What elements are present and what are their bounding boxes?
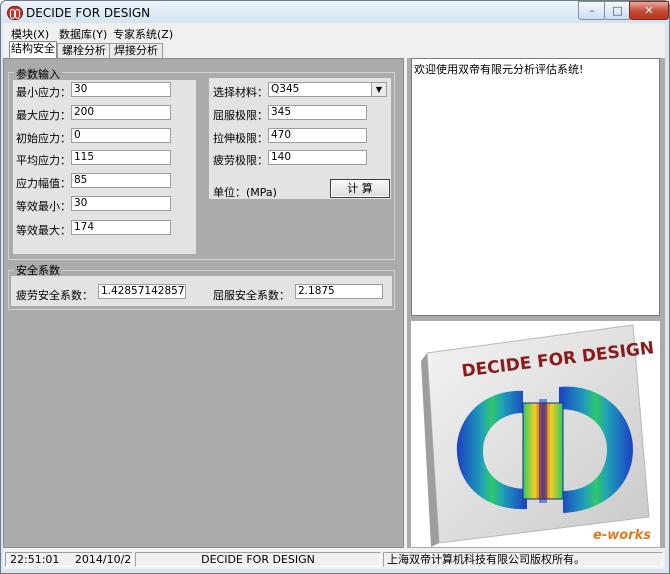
tab-bolt-analysis[interactable]: 螺栓分析 bbox=[57, 43, 111, 58]
stress-amplitude-input[interactable]: 85 bbox=[71, 173, 171, 188]
welcome-message: 欢迎使用双帝有限元分析评估系统! bbox=[414, 63, 584, 76]
close-icon: ✕ bbox=[644, 4, 654, 17]
min-stress-input[interactable]: 30 bbox=[71, 82, 171, 97]
stress-amplitude-label: 应力幅值： bbox=[16, 177, 71, 190]
max-stress-input[interactable]: 200 bbox=[71, 105, 171, 120]
maximize-icon: □ bbox=[612, 4, 623, 17]
mean-stress-input[interactable]: 115 bbox=[71, 150, 171, 165]
yield-safety-value: 2.1875 bbox=[295, 284, 383, 299]
window-title: DECIDE FOR DESIGN bbox=[26, 6, 151, 20]
fatigue-safety-label: 疲劳安全系数： bbox=[16, 289, 93, 302]
status-copyright: 上海双帝计算机科技有限公司版权所有。 bbox=[383, 552, 663, 567]
fatigue-limit-label: 疲劳极限： bbox=[213, 154, 268, 167]
chevron-down-icon[interactable]: ▼ bbox=[371, 83, 386, 96]
mean-stress-label: 平均应力： bbox=[16, 154, 71, 167]
tensile-limit-input[interactable]: 470 bbox=[268, 128, 367, 143]
status-datetime: 22:51:01 2014/10/27 bbox=[5, 552, 133, 567]
tensile-limit-label: 拉伸极限： bbox=[213, 132, 268, 145]
menu-bar: 模块(X) 数据库(Y) 专家系统(Z) bbox=[3, 24, 665, 41]
yield-limit-label: 屈服极限： bbox=[213, 109, 268, 122]
minimize-icon: – bbox=[589, 4, 595, 17]
message-box[interactable]: 欢迎使用双帝有限元分析评估系统! bbox=[411, 58, 660, 316]
yield-limit-input[interactable]: 345 bbox=[268, 105, 367, 120]
initial-stress-input[interactable]: 0 bbox=[71, 128, 171, 143]
tab-structural-safety[interactable]: 结构安全 bbox=[9, 41, 57, 59]
yield-safety-label: 屈服安全系数： bbox=[213, 289, 290, 302]
material-select[interactable]: Q345 ▼ bbox=[268, 82, 387, 97]
fatigue-safety-value: 1.42857142857143 bbox=[98, 284, 186, 299]
tab-strip: 结构安全 螺栓分析 焊接分析 bbox=[3, 41, 665, 59]
close-button[interactable]: ✕ bbox=[629, 1, 669, 20]
maximize-button[interactable]: □ bbox=[604, 1, 631, 20]
max-stress-label: 最大应力： bbox=[16, 109, 71, 122]
status-date: 2014/10/27 bbox=[74, 553, 133, 566]
fatigue-limit-input[interactable]: 140 bbox=[268, 150, 367, 165]
minimize-button[interactable]: – bbox=[578, 1, 606, 20]
status-bar: 22:51:01 2014/10/27 DECIDE FOR DESIGN 上海… bbox=[3, 550, 665, 569]
menu-modules[interactable]: 模块(X) bbox=[11, 26, 49, 42]
unit-label: 单位：(MPa) bbox=[213, 186, 277, 199]
logo-graphic: DECIDE FOR DESIGN bbox=[421, 324, 655, 547]
material-select-value: Q345 bbox=[271, 83, 300, 95]
initial-stress-label: 初始应力： bbox=[16, 132, 71, 145]
calculate-button[interactable]: 计 算 bbox=[330, 179, 390, 198]
equivalent-max-label: 等效最大： bbox=[16, 224, 71, 237]
equivalent-min-label: 等效最小： bbox=[16, 200, 71, 213]
logo-image: DECIDE FOR DESIGN e-works bbox=[411, 321, 660, 547]
status-center: DECIDE FOR DESIGN bbox=[135, 552, 381, 567]
watermark-text: e-works bbox=[593, 528, 651, 543]
min-stress-label: 最小应力： bbox=[16, 86, 71, 99]
menu-database[interactable]: 数据库(Y) bbox=[59, 26, 107, 42]
app-logo-icon bbox=[7, 6, 23, 20]
equivalent-max-input[interactable]: 174 bbox=[71, 220, 171, 235]
title-bar[interactable]: DECIDE FOR DESIGN bbox=[1, 1, 669, 23]
tab-weld-analysis[interactable]: 焊接分析 bbox=[109, 43, 163, 58]
menu-expert-system[interactable]: 专家系统(Z) bbox=[113, 26, 173, 42]
status-time: 22:51:01 bbox=[10, 553, 60, 566]
material-label: 选择材料： bbox=[213, 86, 268, 99]
equivalent-min-input[interactable]: 30 bbox=[71, 196, 171, 211]
